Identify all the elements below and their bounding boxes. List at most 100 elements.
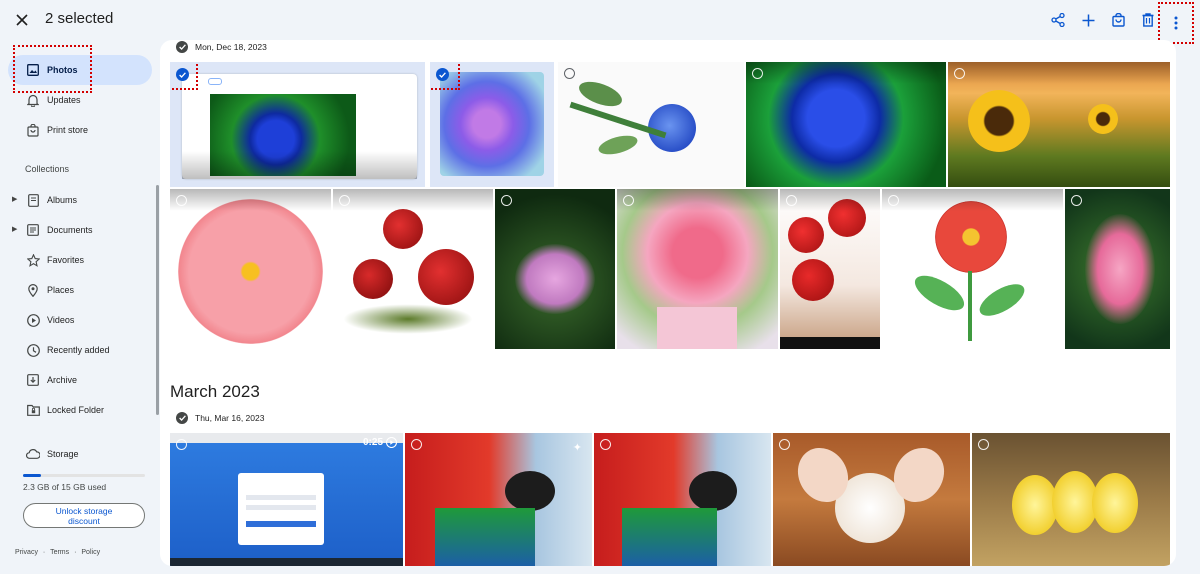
photo-thumbnail-purple-rose[interactable] [430,62,554,187]
sidebar-item-documents[interactable]: ▶ Documents [8,215,152,245]
photo-leaf [596,132,640,158]
select-circle-icon[interactable] [623,195,634,206]
photo-grid: Mon, Dec 18, 2023 March 2023 Thu, Mar 16… [160,40,1176,566]
thumbnail-shade [170,189,331,211]
date-label: Thu, Mar 16, 2023 [195,413,265,423]
photo-thumbnail-fennec-fox[interactable] [773,433,970,566]
sidebar-item-videos[interactable]: Videos [8,305,152,335]
photo-sunflower [1088,104,1118,134]
sidebar-item-locked-folder[interactable]: Locked Folder [8,395,152,425]
select-circle-icon[interactable] [1071,195,1082,206]
collections-header: Collections [25,164,70,174]
sidebar-item-print-store[interactable]: Print store [8,115,152,145]
photo-lily-blooms [515,244,595,314]
select-circle-icon[interactable] [339,195,350,206]
shopping-bag-icon[interactable] [1108,10,1128,30]
photo-thumbnail-ducklings[interactable] [972,433,1170,566]
thumbnail-shade [182,151,417,179]
photo-duckling [1092,473,1138,533]
cloud-icon [26,447,40,461]
select-circle-icon[interactable] [176,195,187,206]
check-circle-icon[interactable] [176,41,188,53]
archive-icon [26,373,40,387]
play-icon [386,437,397,448]
close-icon[interactable] [12,10,32,30]
select-circle-icon[interactable] [501,195,512,206]
sidebar-item-recently-added[interactable]: Recently added [8,335,152,365]
sidebar-item-places[interactable]: Places [8,275,152,305]
photo-thumbnail-parrot-copy[interactable] [594,433,771,566]
photo-thumbnail-sunflowers[interactable] [948,62,1170,187]
sidebar-item-albums[interactable]: ▶ Albums [8,185,152,215]
photo-thumbnail-flower-drawing[interactable] [882,189,1063,349]
footer-separator: · [74,549,77,556]
photo-thumbnail-blue-rose-stem[interactable] [558,62,744,187]
terms-link[interactable]: Terms [50,549,69,556]
delete-icon[interactable] [1138,10,1158,30]
unlock-line-1: Unlock storage [55,505,113,516]
select-circle-icon[interactable] [954,68,965,79]
sidebar-item-storage[interactable]: Storage [8,439,152,469]
select-circle-icon[interactable] [786,195,797,206]
select-circle-icon[interactable] [978,439,989,450]
select-circle-icon[interactable] [752,68,763,79]
locked-folder-icon [26,403,40,417]
photo-thumbnail-pink-lilies[interactable] [1065,189,1170,349]
photo-watermark-strip [780,337,880,349]
sidebar-item-label: Locked Folder [47,405,105,415]
select-circle-icon[interactable] [411,439,422,450]
location-pin-icon [26,283,40,297]
photo-thumbnail-parrot[interactable]: ✦ [405,433,592,566]
select-circle-icon[interactable] [779,439,790,450]
photo-drawn-leaf [974,277,1030,323]
album-icon [26,193,40,207]
photo-red-rose [418,249,474,305]
photo-red-rose [383,209,423,249]
chevron-right-icon[interactable]: ▶ [12,195,17,203]
photo-thumbnail-red-roses-vase[interactable] [780,189,880,349]
photo-pink-blooms [1085,214,1155,324]
photo-thumbnail-lilies[interactable] [495,189,615,349]
privacy-link[interactable]: Privacy [15,549,38,556]
thumbnail-shade [746,62,946,84]
sidebar-item-label: Recently added [47,345,110,355]
photo-drawn-leaf [909,268,970,318]
unlock-storage-discount-button[interactable]: Unlock storage discount [23,503,145,528]
sidebar-item-updates[interactable]: Updates [8,85,152,115]
select-circle-icon[interactable] [564,68,575,79]
storage-usage-fill [23,474,42,477]
photo-thumbnail-screenshot[interactable] [170,62,425,187]
photo-pot [657,307,737,349]
storage-usage-text: 2.3 GB of 15 GB used [23,482,107,492]
check-circle-icon[interactable] [176,412,188,424]
screenshot-frame [182,74,417,179]
photo-thumbnail-flower-bouquet[interactable] [617,189,778,349]
photo-thumbnail-red-roses-ornament[interactable] [333,189,493,349]
sidebar-item-label: Archive [47,375,78,385]
select-circle-icon[interactable] [888,195,899,206]
video-duration: 0:25 [362,437,383,448]
photo-thumbnail-pink-flower[interactable] [170,189,331,349]
sidebar-item-label: Places [47,285,75,295]
sidebar-item-favorites[interactable]: Favorites [8,245,152,275]
sidebar-item-label: Updates [47,95,81,105]
date-group-header: Thu, Mar 16, 2023 [176,412,264,424]
select-circle-icon[interactable] [176,439,187,450]
policy-link[interactable]: Policy [81,549,100,556]
chevron-right-icon[interactable]: ▶ [12,225,17,233]
login-field [246,505,316,510]
sidebar-item-archive[interactable]: Archive [8,365,152,395]
login-field [246,495,316,500]
storage-usage-bar [23,474,145,477]
more-options-icon[interactable] [1158,2,1194,44]
sidebar-scrollbar[interactable] [156,185,159,415]
footer-separator: · [42,549,46,556]
share-icon[interactable] [1048,10,1068,30]
add-icon[interactable] [1078,10,1098,30]
select-circle-icon[interactable] [600,439,611,450]
bell-icon [26,93,40,107]
video-thumbnail-backup-screenshot[interactable]: 0:25 [170,433,403,566]
video-duration-badge: 0:25 [363,437,397,448]
photo-parrot-beak [689,471,737,511]
photo-thumbnail-blue-rose-green[interactable] [746,62,946,187]
